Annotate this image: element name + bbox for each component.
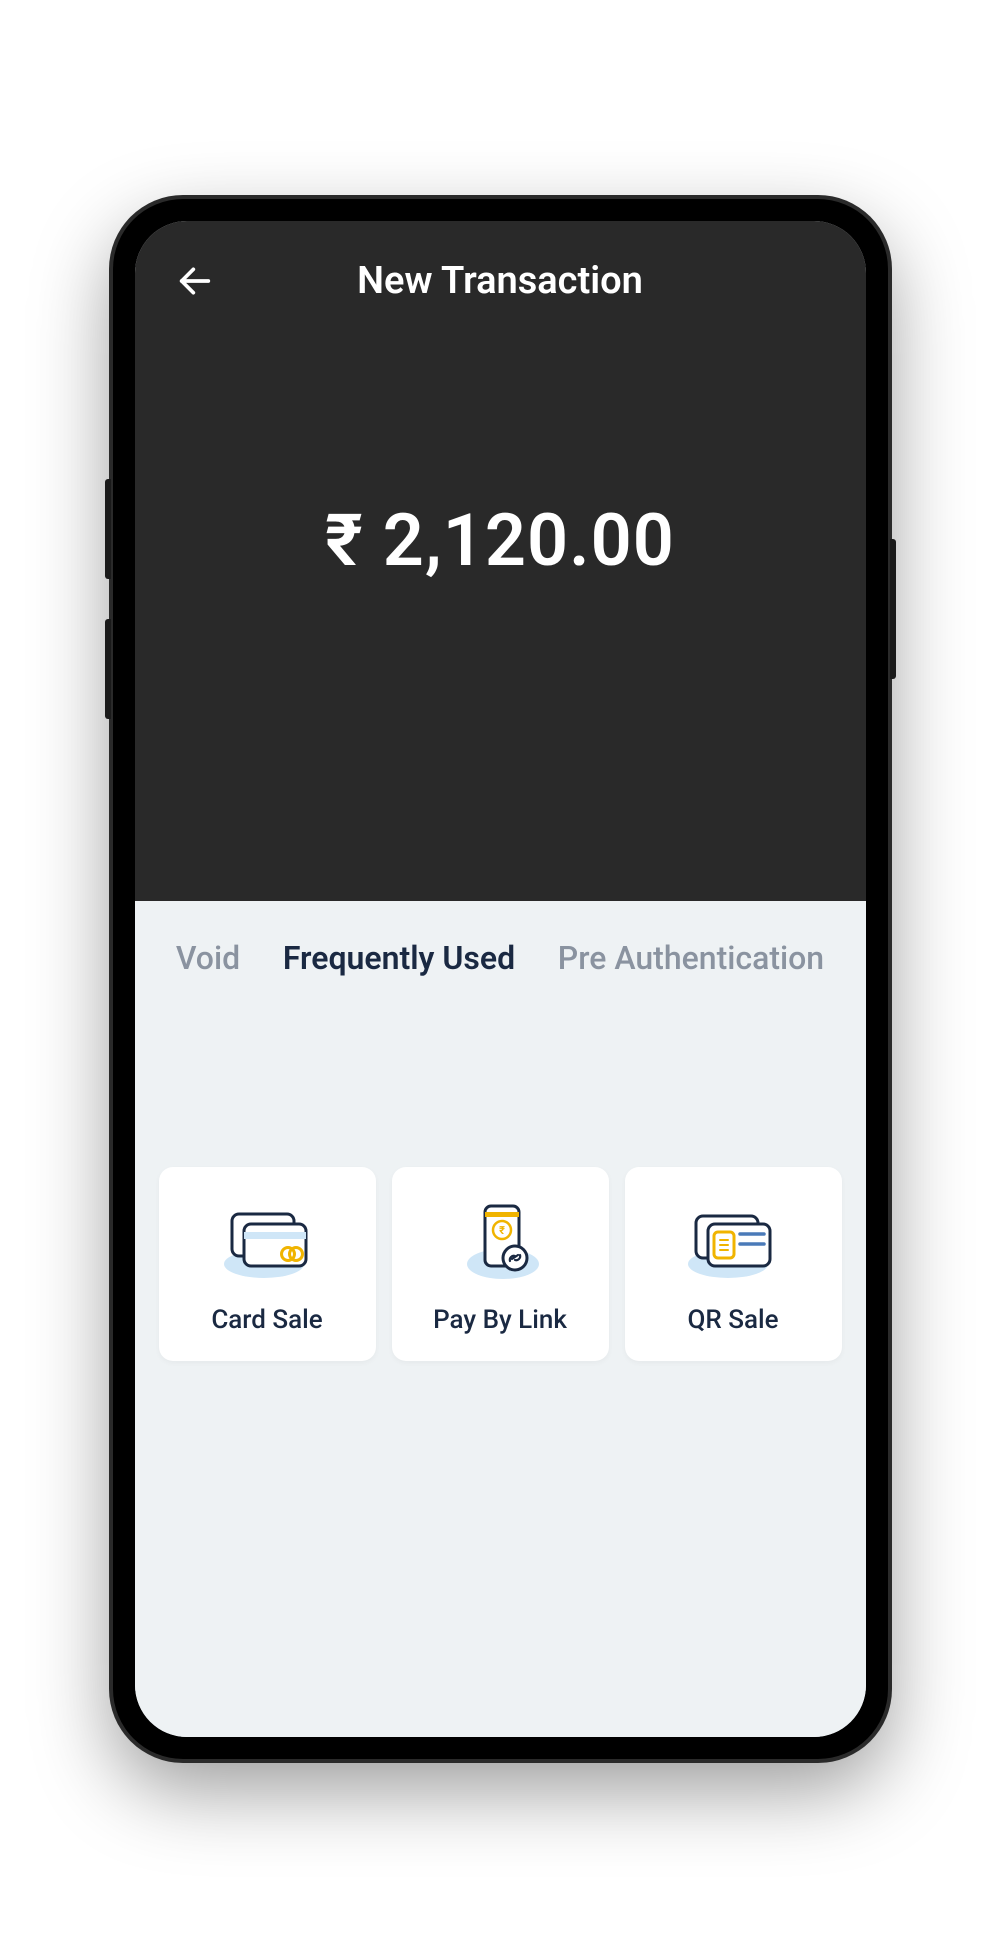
card-sale-icon [207,1197,327,1287]
options-section: Void Frequently Used Pre Authentication [135,901,866,1737]
qr-sale-icon [673,1197,793,1287]
amount-section: New Transaction ₹ 2,120.00 [135,221,866,901]
category-tabs: Void Frequently Used Pre Authentication [135,901,866,997]
transaction-amount: ₹ 2,120.00 [325,498,675,583]
phone-frame: New Transaction ₹ 2,120.00 Void Frequent… [113,199,888,1759]
payment-options: Card Sale ₹ Pay By [135,997,866,1361]
option-label: Pay By Link [433,1305,567,1335]
back-button[interactable] [165,251,225,311]
app-screen: New Transaction ₹ 2,120.00 Void Frequent… [135,221,866,1737]
amount-display-wrap: ₹ 2,120.00 [135,331,866,901]
tab-frequently-used[interactable]: Frequently Used [283,939,515,977]
svg-text:₹: ₹ [499,1224,505,1237]
app-bar: New Transaction [135,221,866,331]
option-qr-sale[interactable]: QR Sale [625,1167,842,1361]
option-pay-by-link[interactable]: ₹ Pay By Link [392,1167,609,1361]
tab-void[interactable]: Void [176,939,240,977]
option-card-sale[interactable]: Card Sale [159,1167,376,1361]
phone-side-button [890,539,896,679]
option-label: Card Sale [211,1305,322,1335]
page-title: New Transaction [135,259,866,303]
pay-by-link-icon: ₹ [440,1197,560,1287]
tab-pre-authentication[interactable]: Pre Authentication [558,939,824,977]
option-label: QR Sale [687,1305,778,1335]
back-arrow-icon [175,261,215,301]
